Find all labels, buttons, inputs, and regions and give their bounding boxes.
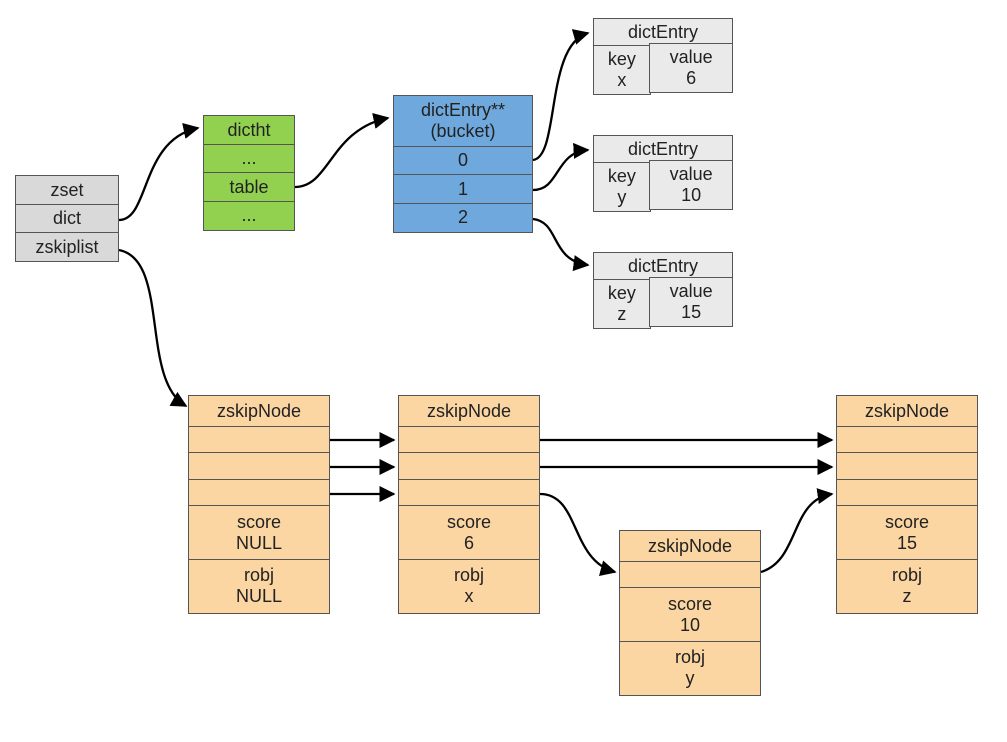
zskipnode-3-scorelabel: score bbox=[885, 512, 929, 533]
zskipnode-3-robj: robj z bbox=[836, 559, 978, 614]
zskipnode-0-title: zskipNode bbox=[188, 395, 330, 427]
dictentry-2-keylabel: key bbox=[608, 283, 636, 304]
bucket-title: dictEntry** (bucket) bbox=[393, 95, 533, 147]
zskipnode-1-scorelabel: score bbox=[447, 512, 491, 533]
dictentry-0-keyval: x bbox=[617, 70, 626, 91]
zskipnode-3-score: score 15 bbox=[836, 505, 978, 560]
zskipnode-2-robjval: y bbox=[686, 668, 695, 689]
zskipnode-2-scoreval: 10 bbox=[680, 615, 700, 636]
dictht-struct: dictht ... table ... bbox=[203, 115, 295, 231]
dictentry-0-value: value 6 bbox=[649, 43, 733, 93]
bucket-index-1: 1 bbox=[393, 174, 533, 204]
dictentry-0-valval: 6 bbox=[686, 68, 696, 89]
dictentry-2-keyval: z bbox=[617, 304, 626, 325]
dictht-row-2: ... bbox=[203, 201, 295, 231]
zskipnode-2-scorelabel: score bbox=[668, 594, 712, 615]
dictentry-2-key: key z bbox=[593, 279, 651, 329]
zskipnode-1-level-2 bbox=[398, 426, 540, 454]
zskipnode-0-robj: robj NULL bbox=[188, 559, 330, 614]
zskipnode-1: zskipNode score 6 robj x bbox=[398, 395, 540, 614]
zskipnode-1-robjlabel: robj bbox=[454, 565, 484, 586]
dictentry-2-vallabel: value bbox=[670, 281, 713, 302]
dictentry-2-title: dictEntry bbox=[593, 252, 733, 280]
bucket-index-2: 2 bbox=[393, 203, 533, 233]
zset-field-zskiplist: zskiplist bbox=[15, 232, 119, 262]
zskipnode-1-robjval: x bbox=[465, 586, 474, 607]
dictentry-1-key: key y bbox=[593, 162, 651, 212]
dictentry-0-key: key x bbox=[593, 45, 651, 95]
dictht-row-0: ... bbox=[203, 144, 295, 174]
dictentry-2: dictEntry key z value 15 bbox=[593, 252, 733, 329]
zskipnode-0: zskipNode score NULL robj NULL bbox=[188, 395, 330, 614]
zskipnode-2: zskipNode score 10 robj y bbox=[619, 530, 761, 696]
dictentry-0-title: dictEntry bbox=[593, 18, 733, 46]
zskipnode-0-level-2 bbox=[188, 426, 330, 454]
zskipnode-0-level-0 bbox=[188, 479, 330, 507]
dictentry-1-keylabel: key bbox=[608, 166, 636, 187]
dictentry-0-vallabel: value bbox=[670, 47, 713, 68]
dictentry-1-value: value 10 bbox=[649, 160, 733, 210]
dictentry-1-title: dictEntry bbox=[593, 135, 733, 163]
zskipnode-0-level-1 bbox=[188, 452, 330, 480]
zset-field-dict: dict bbox=[15, 204, 119, 234]
dictentry-0: dictEntry key x value 6 bbox=[593, 18, 733, 95]
zskipnode-3-level-1 bbox=[836, 452, 978, 480]
zskipnode-3-scoreval: 15 bbox=[897, 533, 917, 554]
zskipnode-1-level-0 bbox=[398, 479, 540, 507]
zskipnode-3: zskipNode score 15 robj z bbox=[836, 395, 978, 614]
zskipnode-1-level-1 bbox=[398, 452, 540, 480]
zskipnode-2-robj: robj y bbox=[619, 641, 761, 696]
zskipnode-0-scorelabel: score bbox=[237, 512, 281, 533]
zskipnode-2-level-0 bbox=[619, 561, 761, 589]
zskipnode-3-title: zskipNode bbox=[836, 395, 978, 427]
zskipnode-1-title: zskipNode bbox=[398, 395, 540, 427]
zskipnode-1-robj: robj x bbox=[398, 559, 540, 614]
bucket-struct: dictEntry** (bucket) 0 1 2 bbox=[393, 95, 533, 233]
dictentry-1: dictEntry key y value 10 bbox=[593, 135, 733, 212]
zskipnode-1-score: score 6 bbox=[398, 505, 540, 560]
dictentry-2-valval: 15 bbox=[681, 302, 701, 323]
zskipnode-3-robjlabel: robj bbox=[892, 565, 922, 586]
zset-struct: zset dict zskiplist bbox=[15, 175, 119, 262]
dictentry-2-value: value 15 bbox=[649, 277, 733, 327]
zskipnode-2-score: score 10 bbox=[619, 587, 761, 642]
zskipnode-3-level-0 bbox=[836, 479, 978, 507]
zskipnode-0-robjlabel: robj bbox=[244, 565, 274, 586]
zskipnode-0-scoreval: NULL bbox=[236, 533, 282, 554]
zskipnode-3-level-2 bbox=[836, 426, 978, 454]
bucket-index-0: 0 bbox=[393, 146, 533, 176]
dictht-title: dictht bbox=[203, 115, 295, 145]
diagram-canvas: zset dict zskiplist dictht ... table ...… bbox=[0, 0, 1007, 742]
zskipnode-2-robjlabel: robj bbox=[675, 647, 705, 668]
dictht-row-table: table bbox=[203, 172, 295, 202]
dictentry-1-valval: 10 bbox=[681, 185, 701, 206]
zskipnode-2-title: zskipNode bbox=[619, 530, 761, 562]
dictentry-1-keyval: y bbox=[617, 187, 626, 208]
zskipnode-0-robjval: NULL bbox=[236, 586, 282, 607]
zskipnode-0-score: score NULL bbox=[188, 505, 330, 560]
dictentry-1-vallabel: value bbox=[670, 164, 713, 185]
zskipnode-1-scoreval: 6 bbox=[464, 533, 474, 554]
zskipnode-3-robjval: z bbox=[903, 586, 912, 607]
dictentry-0-keylabel: key bbox=[608, 49, 636, 70]
zset-title: zset bbox=[15, 175, 119, 205]
